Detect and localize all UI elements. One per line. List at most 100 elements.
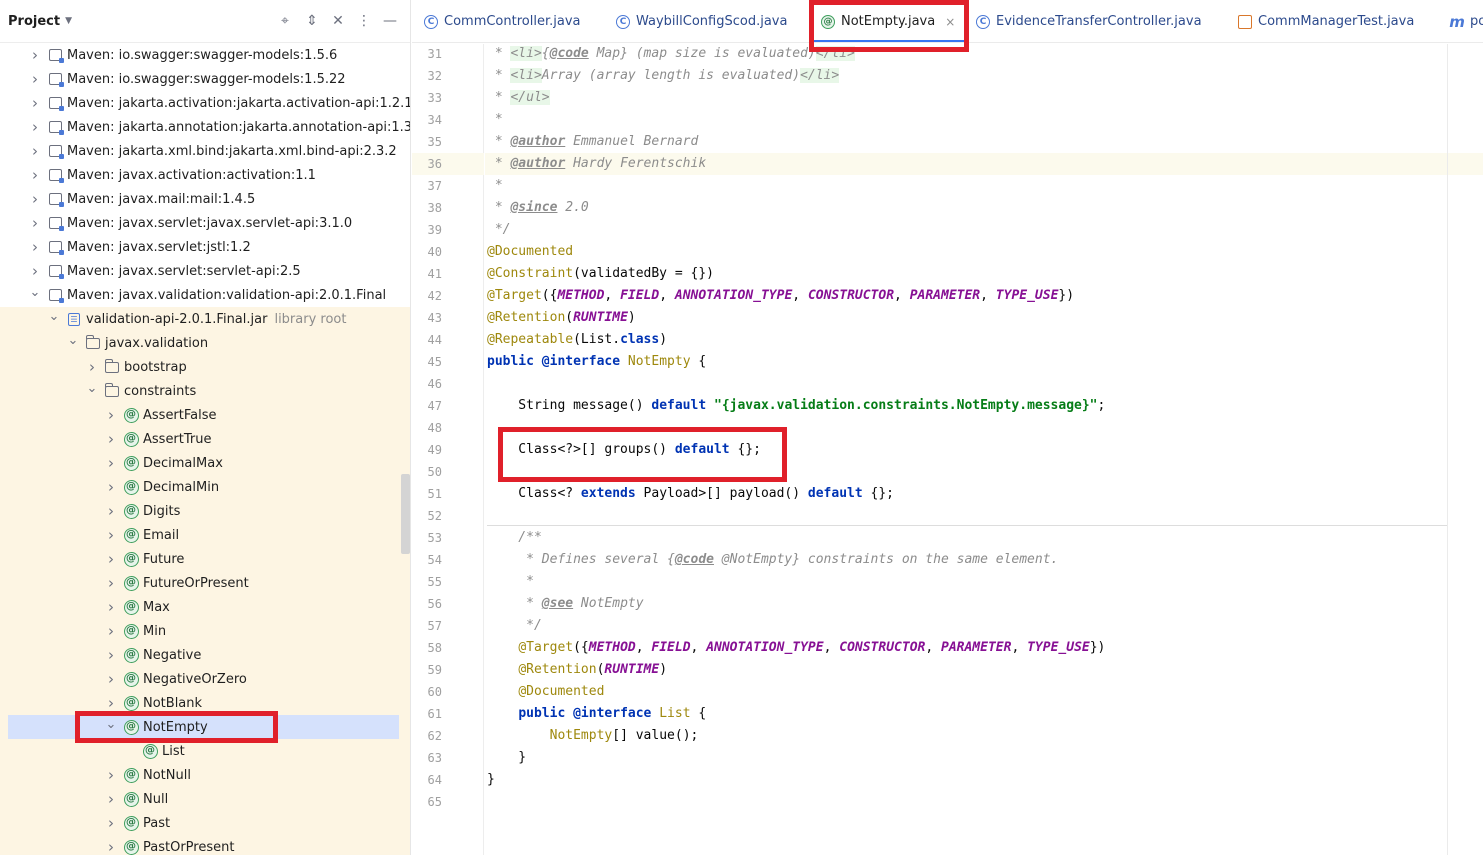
code-line[interactable]: * @since 2.0 <box>485 197 1483 219</box>
code-line[interactable]: public @interface NotEmpty { <box>485 351 1483 373</box>
code-line[interactable]: */ <box>485 219 1483 241</box>
chevron-right-icon[interactable]: › <box>105 622 117 640</box>
code-line[interactable]: public @interface List { <box>485 703 1483 725</box>
chevron-right-icon[interactable]: › <box>105 502 117 520</box>
chevron-right-icon[interactable]: › <box>29 262 41 280</box>
editor-scrollbar-track[interactable] <box>1447 44 1448 855</box>
code-line[interactable] <box>485 791 1483 813</box>
code-line[interactable]: @Target({METHOD, FIELD, ANNOTATION_TYPE,… <box>485 285 1483 307</box>
tree-node[interactable]: › @ Min <box>0 619 410 643</box>
tree-node[interactable]: ⌄ Maven: javax.validation:validation-api:… <box>0 283 410 307</box>
tree-node[interactable]: › Maven: javax.servlet:javax.servlet-api:… <box>0 211 410 235</box>
tree-node[interactable]: › @ Email <box>0 523 410 547</box>
chevron-right-icon[interactable]: › <box>29 214 41 232</box>
chevron-right-icon[interactable]: › <box>105 598 117 616</box>
code-line[interactable] <box>485 461 1483 483</box>
project-tree-scrollbar[interactable] <box>401 474 410 554</box>
locate-icon[interactable]: ⌖ <box>276 12 294 30</box>
chevron-right-icon[interactable]: › <box>29 118 41 136</box>
code-line[interactable]: Class<?>[] groups() default {}; <box>485 439 1483 461</box>
tab-evidencetransfercontroller-java[interactable]: C EvidenceTransferController.java <box>976 0 1202 42</box>
chevron-right-icon[interactable]: › <box>86 358 98 376</box>
project-title[interactable]: Project <box>8 14 60 29</box>
tree-node[interactable]: › @ NegativeOrZero <box>0 667 410 691</box>
tree-node[interactable]: › @ Null <box>0 787 410 811</box>
chevron-down-icon[interactable]: ▼ <box>65 16 72 26</box>
code-line[interactable]: NotEmpty[] value(); <box>485 725 1483 747</box>
code-line[interactable]: Class<? extends Payload>[] payload() def… <box>485 483 1483 505</box>
tab-notempty-java[interactable]: @ NotEmpty.java × <box>811 0 966 42</box>
tree-node[interactable]: ⌄ constraints <box>0 379 410 403</box>
close-icon[interactable]: × <box>945 15 955 29</box>
chevron-right-icon[interactable]: › <box>105 790 117 808</box>
code-line[interactable] <box>485 505 1483 527</box>
tree-node[interactable]: › @ DecimalMax <box>0 451 410 475</box>
code-line[interactable]: @Documented <box>485 681 1483 703</box>
chevron-right-icon[interactable]: › <box>105 694 117 712</box>
code-line[interactable] <box>485 417 1483 439</box>
tree-node[interactable]: ⌄ ☰ validation-api-2.0.1.Final.jar library … <box>0 307 410 331</box>
code-line[interactable]: @Retention(RUNTIME) <box>485 659 1483 681</box>
tree-node[interactable]: › Maven: jakarta.annotation:jakarta.annot… <box>0 115 410 139</box>
chevron-right-icon[interactable]: › <box>105 526 117 544</box>
chevron-right-icon[interactable]: › <box>105 478 117 496</box>
options-icon[interactable]: ⋮ <box>355 12 373 30</box>
chevron-down-icon[interactable]: ⌄ <box>86 381 98 396</box>
tree-node[interactable]: › @ Future <box>0 547 410 571</box>
code-line[interactable]: * </ul> <box>485 87 1483 109</box>
tree-node[interactable]: ⌄ javax.validation <box>0 331 410 355</box>
collapse-all-icon[interactable]: ✕ <box>329 12 347 30</box>
code-editor[interactable]: * <li>{@code Map} (map size is evaluated… <box>485 44 1483 855</box>
chevron-right-icon[interactable]: › <box>29 70 41 88</box>
tree-node[interactable]: › @ AssertTrue <box>0 427 410 451</box>
chevron-right-icon[interactable]: › <box>105 454 117 472</box>
tree-node[interactable]: › @ Negative <box>0 643 410 667</box>
chevron-down-icon[interactable]: ⌄ <box>48 309 60 324</box>
chevron-down-icon[interactable]: ⌄ <box>105 717 117 732</box>
chevron-right-icon[interactable]: › <box>105 550 117 568</box>
code-line[interactable]: */ <box>485 615 1483 637</box>
code-line[interactable]: @Constraint(validatedBy = {}) <box>485 263 1483 285</box>
code-line[interactable]: * <box>485 571 1483 593</box>
code-line[interactable]: * <li>Array (array length is evaluated)<… <box>485 65 1483 87</box>
tree-node[interactable]: › @ Past <box>0 811 410 835</box>
chevron-right-icon[interactable]: › <box>105 814 117 832</box>
tab-waybillconfigscod-java[interactable]: C WaybillConfigScod.java <box>616 0 787 42</box>
chevron-right-icon[interactable]: › <box>29 166 41 184</box>
code-line[interactable]: } <box>485 769 1483 791</box>
tree-node[interactable]: › @ Digits <box>0 499 410 523</box>
chevron-down-icon[interactable]: ⌄ <box>67 333 79 348</box>
code-line[interactable] <box>485 373 1483 395</box>
code-line[interactable]: * Defines several {@code @NotEmpty} cons… <box>485 549 1483 571</box>
code-line[interactable]: * @author Hardy Ferentschik <box>485 153 1483 175</box>
tree-node[interactable]: › Maven: javax.activation:activation:1.1 <box>0 163 410 187</box>
code-line[interactable]: @Retention(RUNTIME) <box>485 307 1483 329</box>
code-line[interactable]: * <li>{@code Map} (map size is evaluated… <box>485 43 1483 65</box>
minimize-icon[interactable]: — <box>381 12 399 30</box>
chevron-right-icon[interactable]: › <box>105 670 117 688</box>
tree-node[interactable]: › Maven: javax.servlet:jstl:1.2 <box>0 235 410 259</box>
chevron-right-icon[interactable]: › <box>29 190 41 208</box>
code-line[interactable]: * <box>485 175 1483 197</box>
chevron-right-icon[interactable]: › <box>29 142 41 160</box>
line-number-gutter[interactable]: 31 32 33 34 35 36 37 38 39 40 41 42 43 44 45 46 47 48 49 50… <box>412 44 484 855</box>
tree-node[interactable]: › Maven: javax.mail:mail:1.4.5 <box>0 187 410 211</box>
code-line[interactable]: String message() default "{javax.validat… <box>485 395 1483 417</box>
tree-node[interactable]: › @ NotNull <box>0 763 410 787</box>
code-line[interactable]: @Target({METHOD, FIELD, ANNOTATION_TYPE,… <box>485 637 1483 659</box>
code-line[interactable]: * @author Emmanuel Bernard <box>485 131 1483 153</box>
expand-all-icon[interactable]: ⇕ <box>303 12 321 30</box>
tab-commcontroller-java[interactable]: C CommController.java <box>424 0 580 42</box>
code-line[interactable]: @Repeatable(List.class) <box>485 329 1483 351</box>
tree-node[interactable]: › bootstrap <box>0 355 410 379</box>
chevron-right-icon[interactable]: › <box>105 430 117 448</box>
chevron-right-icon[interactable]: › <box>29 46 41 64</box>
chevron-right-icon[interactable]: › <box>105 406 117 424</box>
tree-node[interactable]: › @ AssertFalse <box>0 403 410 427</box>
tree-node[interactable]: › Maven: io.swagger:swagger-models:1.5.6 <box>0 43 410 67</box>
tree-node[interactable]: › Maven: io.swagger:swagger-models:1.5.22 <box>0 67 410 91</box>
chevron-right-icon[interactable]: › <box>105 646 117 664</box>
code-line[interactable]: } <box>485 747 1483 769</box>
tree-node[interactable]: › @ DecimalMin <box>0 475 410 499</box>
code-line[interactable]: * @see NotEmpty <box>485 593 1483 615</box>
